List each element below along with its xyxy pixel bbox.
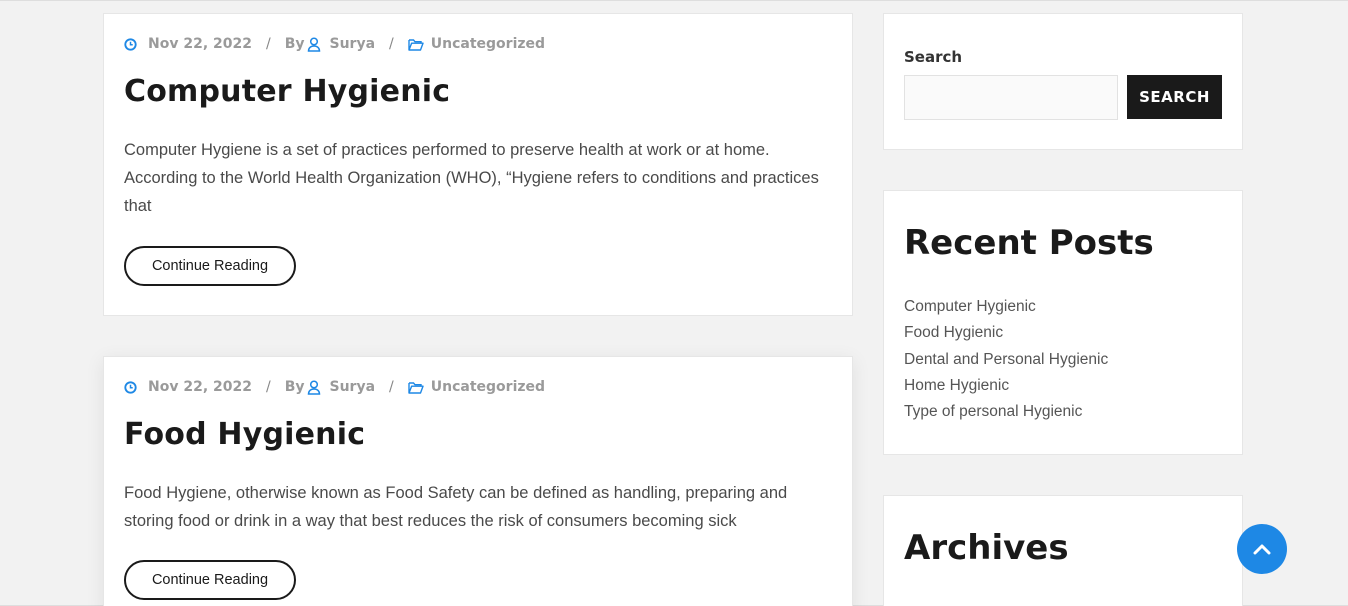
recent-post-link[interactable]: Home Hygienic bbox=[904, 373, 1108, 399]
recent-posts-widget: Recent Posts Computer Hygienic Food Hygi… bbox=[883, 190, 1243, 455]
post-category[interactable]: Uncategorized bbox=[431, 379, 545, 395]
recent-post-link[interactable]: Type of personal Hygienic bbox=[904, 399, 1108, 425]
post-card: Nov 22, 2022 / By Surya / Uncategorized … bbox=[103, 356, 853, 606]
continue-reading-button[interactable]: Continue Reading bbox=[124, 560, 296, 600]
clock-icon bbox=[124, 380, 137, 394]
meta-separator: / bbox=[265, 36, 271, 52]
meta-separator: / bbox=[389, 379, 394, 395]
search-widget: Search SEARCH bbox=[883, 13, 1243, 150]
post-title[interactable]: Food Hygienic bbox=[124, 417, 365, 452]
widget-title: Archives bbox=[904, 528, 1069, 568]
continue-reading-button[interactable]: Continue Reading bbox=[124, 246, 296, 286]
folder-open-icon bbox=[408, 381, 424, 394]
post-date[interactable]: Nov 22, 2022 bbox=[148, 379, 252, 395]
post-card: Nov 22, 2022 / By Surya / Uncategorized … bbox=[103, 13, 853, 316]
post-title[interactable]: Computer Hygienic bbox=[124, 74, 450, 109]
post-date[interactable]: Nov 22, 2022 bbox=[148, 36, 252, 52]
recent-post-link[interactable]: Computer Hygienic bbox=[904, 294, 1108, 320]
post-excerpt: Food Hygiene, otherwise known as Food Sa… bbox=[124, 484, 788, 530]
search-label: Search bbox=[904, 48, 963, 66]
user-icon bbox=[307, 379, 321, 395]
chevron-up-icon bbox=[1253, 540, 1271, 559]
post-author[interactable]: Surya bbox=[330, 379, 376, 395]
post-author[interactable]: Surya bbox=[330, 36, 376, 52]
recent-posts-list: Computer Hygienic Food Hygienic Dental a… bbox=[904, 294, 1108, 425]
post-meta: Nov 22, 2022 / By Surya / Uncategorized bbox=[124, 36, 545, 52]
recent-post-link[interactable]: Food Hygienic bbox=[904, 320, 1108, 346]
widget-title: Recent Posts bbox=[904, 223, 1154, 263]
scroll-to-top-button[interactable] bbox=[1237, 524, 1287, 574]
search-button[interactable]: SEARCH bbox=[1127, 75, 1222, 119]
folder-open-icon bbox=[408, 38, 424, 51]
by-label: By bbox=[284, 36, 305, 52]
user-icon bbox=[307, 36, 321, 52]
post-excerpt: Computer Hygiene is a set of practices p… bbox=[124, 141, 819, 215]
post-meta: Nov 22, 2022 / By Surya / Uncategorized bbox=[124, 379, 545, 395]
meta-separator: / bbox=[265, 379, 271, 395]
clock-icon bbox=[124, 37, 137, 51]
search-input[interactable] bbox=[904, 75, 1118, 120]
post-category[interactable]: Uncategorized bbox=[431, 36, 545, 52]
meta-separator: / bbox=[389, 36, 394, 52]
by-label: By bbox=[284, 379, 305, 395]
archives-widget: Archives bbox=[883, 495, 1243, 606]
recent-post-link[interactable]: Dental and Personal Hygienic bbox=[904, 347, 1108, 373]
